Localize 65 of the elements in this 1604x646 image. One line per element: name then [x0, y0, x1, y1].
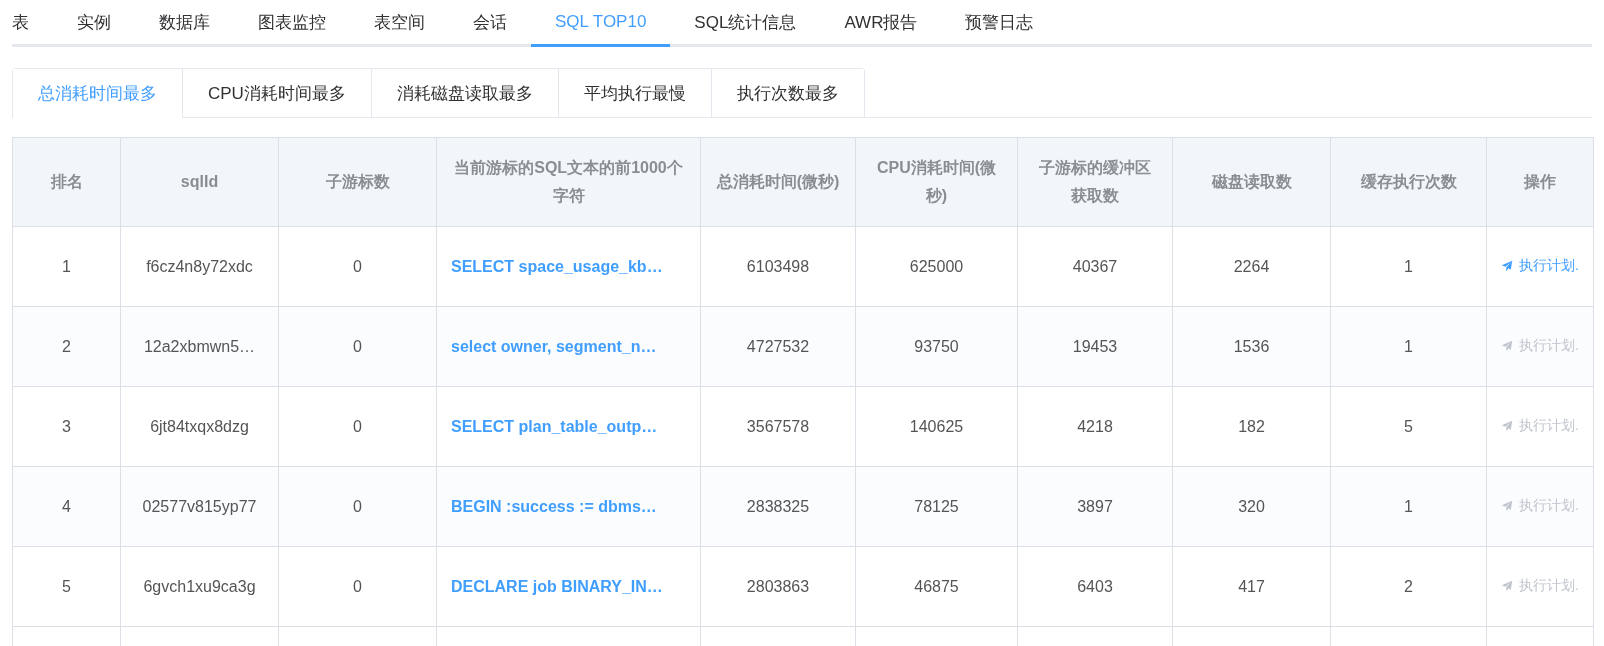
table-cell: 2: [1330, 546, 1487, 627]
column-header: 总消耗时间(微秒): [700, 137, 856, 227]
table-cell: 5: [12, 546, 121, 627]
table-cell: 46875: [855, 546, 1018, 627]
paper-plane-icon: [1501, 500, 1513, 512]
table-cell: 0: [278, 466, 437, 547]
sub-tab[interactable]: 执行次数最多: [710, 69, 864, 118]
table-cell: 417: [1172, 546, 1331, 627]
column-header: CPU消耗时间(微秒): [855, 137, 1018, 227]
table-cell: f6cz4n8y72xdc: [120, 226, 279, 307]
table-cell: 6gvch1xu9ca3g: [120, 546, 279, 627]
nav-tab[interactable]: 图表监控: [234, 0, 350, 47]
column-header: sqlId: [120, 137, 279, 227]
table-cell: 6jt84txqx8dzg: [120, 386, 279, 467]
table-cell: 1: [1330, 306, 1487, 387]
column-header: 缓存执行次数: [1330, 137, 1487, 227]
table-cell: 2803863: [700, 546, 856, 627]
nav-tab[interactable]: 会话: [449, 0, 531, 47]
paper-plane-icon: [1501, 260, 1513, 272]
table-cell: 19453: [1017, 306, 1173, 387]
column-header: 当前游标的SQL文本的前1000个字符: [436, 137, 701, 227]
column-header: 子游标数: [278, 137, 437, 227]
table-cell: 93750: [855, 306, 1018, 387]
table-cell: 2: [12, 306, 121, 387]
column-header: 排名: [12, 137, 121, 227]
column-header: 磁盘读取数: [1172, 137, 1331, 227]
column-header: 子游标的缓冲区获取数: [1017, 137, 1173, 227]
nav-tab[interactable]: 数据库: [135, 0, 234, 47]
table-cell: 182: [1172, 386, 1331, 467]
table-cell: 4727532: [700, 306, 856, 387]
table-cell: 1536: [1172, 306, 1331, 387]
table-cell: 5: [1330, 386, 1487, 467]
table-cell: 1: [12, 226, 121, 307]
nav-tab[interactable]: AWR报告: [820, 0, 942, 47]
table-cell: 3897: [1017, 466, 1173, 547]
table-cell: 4218: [1017, 386, 1173, 467]
table-cell: 2264: [1172, 226, 1331, 307]
table-cell: 40367: [1017, 226, 1173, 307]
paper-plane-icon: [1501, 340, 1513, 352]
nav-tab[interactable]: 预警日志: [941, 0, 1058, 47]
table-cell: 6103498: [700, 226, 856, 307]
paper-plane-icon: [1501, 420, 1513, 432]
table-cell: 0: [278, 386, 437, 467]
table-cell: 140625: [855, 386, 1018, 467]
column-header: 操作: [1486, 137, 1594, 227]
table-cell: 1: [1330, 466, 1487, 547]
nav-tab[interactable]: 实例: [53, 0, 135, 47]
table-cell: 4: [12, 466, 121, 547]
table-cell: 0: [278, 546, 437, 627]
nav-tab[interactable]: 表: [12, 0, 53, 47]
table-cell: 625000: [855, 226, 1018, 307]
paper-plane-icon: [1501, 580, 1513, 592]
table-cell: 0: [278, 226, 437, 307]
nav-tab[interactable]: 表空间: [350, 0, 449, 47]
table-cell: 2838325: [700, 466, 856, 547]
table-cell: 3567578: [700, 386, 856, 467]
nav-tab[interactable]: SQL统计信息: [670, 0, 821, 47]
table-cell: 320: [1172, 466, 1331, 547]
table-cell: 12a2xbmwn5…: [120, 306, 279, 387]
table-cell: 3: [12, 386, 121, 467]
table-cell: 1: [1330, 226, 1487, 307]
table-cell: 0: [278, 306, 437, 387]
table-cell: 6403: [1017, 546, 1173, 627]
table-cell: 78125: [855, 466, 1018, 547]
table-cell: 02577v815yp77: [120, 466, 279, 547]
